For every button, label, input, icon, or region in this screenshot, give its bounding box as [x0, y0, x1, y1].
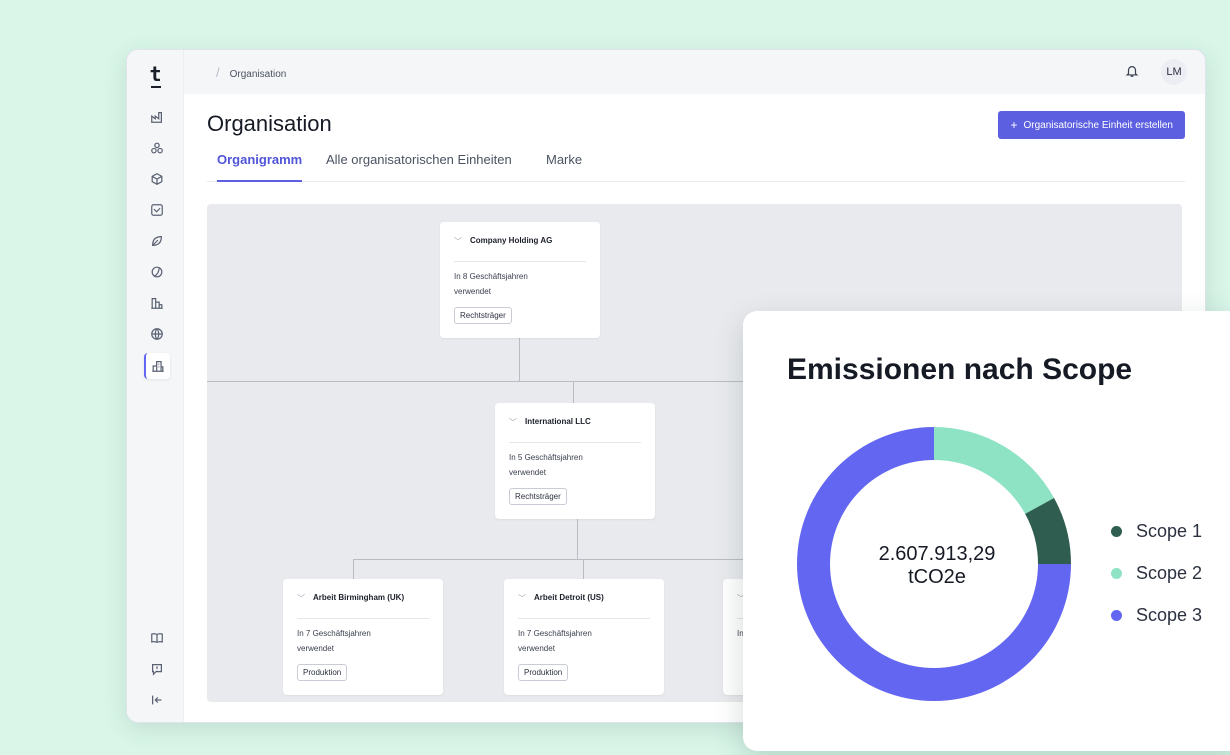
- create-unit-label: Organisatorische Einheit erstellen: [1023, 119, 1173, 131]
- chevron-down-icon[interactable]: ﹀: [509, 417, 517, 428]
- chevron-down-icon[interactable]: ﹀: [297, 593, 305, 604]
- org-node-name: Arbeit Detroit (US): [534, 593, 604, 602]
- org-node-tag: Produktion: [297, 664, 348, 681]
- factory-icon[interactable]: [144, 104, 170, 130]
- globe-ring-icon[interactable]: [144, 259, 170, 285]
- tab-bar: Organigramm Alle organisatorischen Einhe…: [207, 146, 1185, 182]
- legend-dot: [1111, 525, 1122, 537]
- org-node-tag: Rechtsträger: [509, 488, 567, 505]
- org-node-tag: Rechtsträger: [454, 307, 512, 324]
- feedback-icon[interactable]: [144, 656, 170, 682]
- legend-label: Scope 3: [1136, 604, 1203, 625]
- org-node-name: International LLC: [525, 417, 591, 426]
- breadcrumb-item[interactable]: Organisation: [230, 69, 287, 80]
- sidebar: t: [127, 50, 184, 722]
- org-node-name: Arbeit Birmingham (UK): [313, 593, 405, 602]
- org-node[interactable]: ﹀ International LLC In 5 Geschäftsjahren …: [495, 403, 655, 519]
- bell-icon[interactable]: [1125, 64, 1139, 78]
- legend-item: Scope 2: [1111, 552, 1202, 594]
- connector-line: [573, 381, 574, 403]
- org-node-header: ﹀ Arbeit Detroit (US): [518, 593, 650, 619]
- org-node[interactable]: ﹀ Arbeit Birmingham (UK) In 7 Geschäftsja…: [283, 579, 443, 695]
- book-icon[interactable]: [144, 625, 170, 651]
- chevron-down-icon[interactable]: ﹀: [454, 236, 462, 247]
- globe-icon[interactable]: [144, 321, 170, 347]
- tab-brand[interactable]: Marke: [546, 152, 582, 180]
- cube-icon[interactable]: [144, 166, 170, 192]
- donut-center-label: 2.607.913,29 tCO2e: [837, 543, 1037, 589]
- org-node[interactable]: ﹀ Company Holding AG In 8 Geschäftsjahren…: [440, 222, 600, 338]
- org-node-name: Company Holding AG: [470, 236, 553, 245]
- page-title: Organisation: [207, 111, 332, 136]
- top-bar: / Organisation LM: [184, 50, 1205, 94]
- network-icon[interactable]: [144, 135, 170, 161]
- total-unit: tCO2e: [908, 566, 966, 588]
- legend-label: Scope 1: [1136, 520, 1203, 541]
- total-value: 2.607.913,29: [878, 543, 996, 565]
- org-node-header: ﹀ Company Holding AG: [454, 236, 586, 262]
- collapse-icon[interactable]: [144, 687, 170, 713]
- logo[interactable]: t: [127, 62, 184, 88]
- org-node-tag: Produktion: [518, 664, 569, 681]
- org-node-header: ﹀ Arbeit Birmingham (UK): [297, 593, 429, 619]
- leaf-icon[interactable]: [144, 228, 170, 254]
- org-node[interactable]: ﹀ Arbeit Detroit (US) In 7 Geschäftsjahre…: [504, 579, 664, 695]
- chart-box-icon[interactable]: [144, 197, 170, 223]
- org-node-description: In 7 Geschäftsjahren verwendet: [297, 629, 371, 653]
- create-unit-button[interactable]: + Organisatorische Einheit erstellen: [998, 111, 1185, 139]
- org-node-description: In 5 Geschäftsjahren verwendet: [509, 453, 583, 477]
- legend-label: Scope 2: [1136, 562, 1203, 583]
- organisation-icon[interactable]: [144, 353, 170, 379]
- tab-all-units[interactable]: Alle organisatorischen Einheiten: [326, 152, 512, 180]
- connector-line: [583, 559, 584, 579]
- plus-icon: +: [1010, 118, 1018, 132]
- buildings-icon[interactable]: [144, 290, 170, 316]
- tab-organigramm[interactable]: Organigramm: [217, 152, 303, 182]
- legend-item: Scope 1: [1111, 510, 1202, 552]
- connector-line: [519, 338, 520, 382]
- org-node-header: ﹀ International LLC: [509, 417, 641, 443]
- avatar[interactable]: LM: [1161, 59, 1187, 85]
- legend-dot: [1111, 609, 1122, 621]
- legend-item: Scope 3: [1111, 594, 1202, 636]
- donut-slice-scope-2: [934, 427, 1055, 514]
- org-node-description: In 8 Geschäftsjahren verwendet: [454, 272, 528, 296]
- emissions-card: Emissionen nach Scope 2.607.913,29 tCO2e…: [743, 311, 1230, 751]
- connector-line: [577, 519, 578, 559]
- org-node-description: In 7 Geschäftsjahren verwendet: [518, 629, 592, 653]
- breadcrumb: / Organisation: [216, 65, 287, 80]
- connector-line: [353, 559, 354, 579]
- emissions-title: Emissionen nach Scope: [787, 353, 1133, 386]
- chart-legend: Scope 1 Scope 2 Scope 3: [1111, 510, 1202, 636]
- legend-dot: [1111, 567, 1122, 579]
- chevron-down-icon[interactable]: ﹀: [518, 593, 526, 604]
